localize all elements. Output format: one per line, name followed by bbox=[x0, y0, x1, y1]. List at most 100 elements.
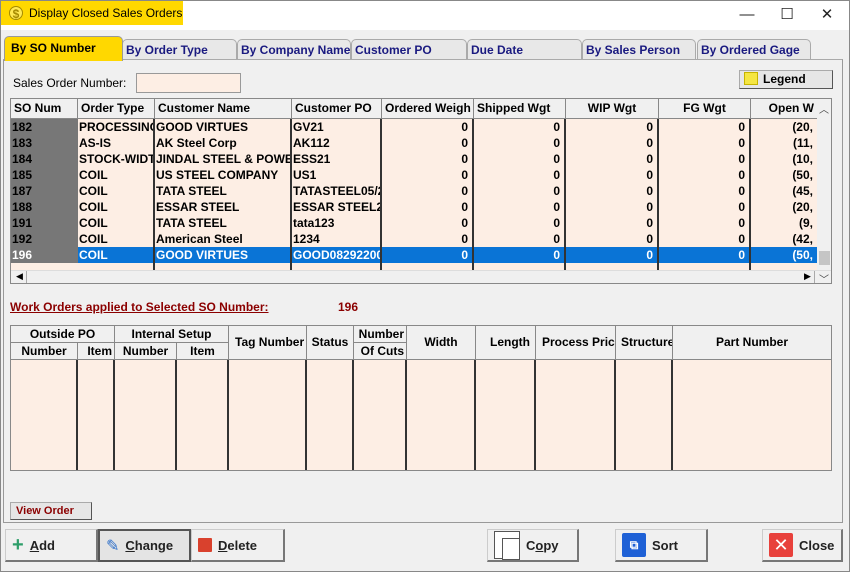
maximize-button[interactable]: ☐ bbox=[767, 1, 807, 30]
customer-name-cell[interactable]: AK Steel Corp bbox=[155, 135, 292, 151]
tab-by-so-number[interactable]: By SO Number bbox=[4, 36, 123, 61]
open-wgt-cell[interactable]: (10, bbox=[751, 151, 817, 167]
column-header-number-of-cuts-line2[interactable]: Of Cuts bbox=[354, 343, 407, 360]
open-wgt-cell[interactable]: (20, bbox=[751, 119, 817, 135]
legend-button[interactable]: Legend bbox=[739, 70, 833, 89]
ordered-weight-cell[interactable]: 0 bbox=[382, 167, 474, 183]
column-header-wip-wgt[interactable]: WIP Wgt bbox=[566, 99, 659, 119]
order-type-cell[interactable]: COIL bbox=[78, 183, 155, 199]
sort-button[interactable]: ⧉ Sort bbox=[615, 529, 708, 562]
customer-name-cell[interactable]: JINDAL STEEL & POWER bbox=[155, 151, 292, 167]
wip-wgt-cell[interactable]: 0 bbox=[566, 247, 659, 263]
order-type-cell[interactable]: COIL bbox=[78, 231, 155, 247]
table-row[interactable]: 187 COIL TATA STEEL TATASTEEL05/2 0 0 0 0 (45, bbox=[11, 183, 817, 199]
minimize-button[interactable]: — bbox=[727, 1, 767, 30]
so-num-cell[interactable]: 191 bbox=[11, 215, 78, 231]
shipped-wgt-cell[interactable]: 0 bbox=[474, 183, 566, 199]
so-num-cell[interactable]: 184 bbox=[11, 151, 78, 167]
column-header-so-num[interactable]: SO Num bbox=[11, 99, 78, 119]
open-wgt-cell[interactable]: (45, bbox=[751, 183, 817, 199]
customer-po-cell[interactable]: 1234 bbox=[292, 231, 382, 247]
customer-po-cell[interactable]: ESSAR STEEL25, bbox=[292, 199, 382, 215]
shipped-wgt-cell[interactable]: 0 bbox=[474, 231, 566, 247]
table-row[interactable]: 191 COIL TATA STEEL tata123 0 0 0 0 (9, bbox=[11, 215, 817, 231]
column-header-tag-number[interactable]: Tag Number bbox=[229, 326, 307, 360]
scroll-left-icon[interactable]: ◀ bbox=[13, 271, 27, 283]
vertical-scrollbar[interactable]: ︿ bbox=[817, 99, 831, 270]
fg-wgt-cell[interactable]: 0 bbox=[659, 215, 751, 231]
work-orders-grid[interactable]: Outside PO Internal Setup Number Item Nu… bbox=[10, 325, 832, 471]
so-num-cell[interactable]: 188 bbox=[11, 199, 78, 215]
customer-po-cell[interactable]: tata123 bbox=[292, 215, 382, 231]
shipped-wgt-cell[interactable]: 0 bbox=[474, 135, 566, 151]
horizontal-scrollbar[interactable]: ◀ ▶ ﹀ bbox=[11, 270, 831, 283]
customer-po-cell[interactable]: GOOD08292200 bbox=[292, 247, 382, 263]
table-row[interactable]: 183 AS-IS AK Steel Corp AK112 0 0 0 0 (11, bbox=[11, 135, 817, 151]
shipped-wgt-cell[interactable]: 0 bbox=[474, 119, 566, 135]
ordered-weight-cell[interactable]: 0 bbox=[382, 183, 474, 199]
ordered-weight-cell[interactable]: 0 bbox=[382, 135, 474, 151]
customer-po-cell[interactable]: TATASTEEL05/2 bbox=[292, 183, 382, 199]
fg-wgt-cell[interactable]: 0 bbox=[659, 119, 751, 135]
fg-wgt-cell[interactable]: 0 bbox=[659, 135, 751, 151]
open-wgt-cell[interactable]: (20, bbox=[751, 199, 817, 215]
customer-name-cell[interactable]: TATA STEEL bbox=[155, 215, 292, 231]
ordered-weight-cell[interactable]: 0 bbox=[382, 199, 474, 215]
open-wgt-cell[interactable]: (9, bbox=[751, 215, 817, 231]
wip-wgt-cell[interactable]: 0 bbox=[566, 167, 659, 183]
customer-po-cell[interactable]: AK112 bbox=[292, 135, 382, 151]
column-header-fg-wgt[interactable]: FG Wgt bbox=[659, 99, 751, 119]
column-header-width[interactable]: Width bbox=[407, 326, 476, 360]
shipped-wgt-cell[interactable]: 0 bbox=[474, 151, 566, 167]
fg-wgt-cell[interactable]: 0 bbox=[659, 183, 751, 199]
column-header-outside-po-number[interactable]: Number bbox=[11, 343, 78, 360]
shipped-wgt-cell[interactable]: 0 bbox=[474, 167, 566, 183]
open-wgt-cell[interactable]: (11, bbox=[751, 135, 817, 151]
customer-po-cell[interactable]: ESS21 bbox=[292, 151, 382, 167]
wip-wgt-cell[interactable]: 0 bbox=[566, 119, 659, 135]
column-header-structure[interactable]: Structure bbox=[616, 326, 673, 360]
wip-wgt-cell[interactable]: 0 bbox=[566, 199, 659, 215]
open-wgt-cell[interactable]: (50, bbox=[751, 167, 817, 183]
wip-wgt-cell[interactable]: 0 bbox=[566, 135, 659, 151]
tab-by-order-type[interactable]: By Order Type bbox=[122, 39, 237, 60]
column-header-status[interactable]: Status bbox=[307, 326, 354, 360]
ordered-weight-cell[interactable]: 0 bbox=[382, 119, 474, 135]
order-type-cell[interactable]: AS-IS bbox=[78, 135, 155, 151]
so-num-cell[interactable]: 187 bbox=[11, 183, 78, 199]
wip-wgt-cell[interactable]: 0 bbox=[566, 183, 659, 199]
add-button[interactable]: + Add bbox=[5, 529, 98, 562]
so-num-cell[interactable]: 192 bbox=[11, 231, 78, 247]
table-row[interactable]: 185 COIL US STEEL COMPANY US1 0 0 0 0 (50, bbox=[11, 167, 817, 183]
tab-by-sales-person[interactable]: By Sales Person bbox=[582, 39, 696, 60]
wip-wgt-cell[interactable]: 0 bbox=[566, 215, 659, 231]
view-order-button[interactable]: View Order bbox=[10, 502, 92, 520]
fg-wgt-cell[interactable]: 0 bbox=[659, 231, 751, 247]
column-header-customer-name[interactable]: Customer Name bbox=[155, 99, 292, 119]
customer-name-cell[interactable]: US STEEL COMPANY bbox=[155, 167, 292, 183]
so-num-cell[interactable]: 196 bbox=[11, 247, 78, 263]
change-button[interactable]: ✎ Change bbox=[98, 529, 191, 562]
tab-due-date[interactable]: Due Date bbox=[467, 39, 582, 60]
ordered-weight-cell[interactable]: 0 bbox=[382, 151, 474, 167]
scroll-up-icon[interactable]: ︿ bbox=[817, 101, 831, 116]
customer-name-cell[interactable]: TATA STEEL bbox=[155, 183, 292, 199]
open-wgt-cell[interactable]: (50, bbox=[751, 247, 817, 263]
column-header-part-number[interactable]: Part Number bbox=[673, 326, 831, 360]
tab-by-company-name[interactable]: By Company Name bbox=[237, 39, 351, 60]
so-num-cell[interactable]: 183 bbox=[11, 135, 78, 151]
column-header-length[interactable]: Length bbox=[476, 326, 536, 360]
scroll-thumb[interactable] bbox=[819, 251, 830, 265]
so-num-cell[interactable]: 185 bbox=[11, 167, 78, 183]
customer-name-cell[interactable]: GOOD VIRTUES bbox=[155, 119, 292, 135]
fg-wgt-cell[interactable]: 0 bbox=[659, 151, 751, 167]
fg-wgt-cell[interactable]: 0 bbox=[659, 167, 751, 183]
column-header-customer-po[interactable]: Customer PO bbox=[292, 99, 382, 119]
table-row[interactable]: 182 PROCESSING GOOD VIRTUES GV21 0 0 0 0 (20, bbox=[11, 119, 817, 135]
open-wgt-cell[interactable]: (42, bbox=[751, 231, 817, 247]
customer-name-cell[interactable]: American Steel bbox=[155, 231, 292, 247]
column-header-open-wgt[interactable]: Open W bbox=[751, 99, 817, 119]
table-row[interactable]: 188COILESSAR STEELESSAR STEEL25,0000(20, bbox=[11, 199, 817, 215]
wip-wgt-cell[interactable]: 0 bbox=[566, 151, 659, 167]
customer-name-cell[interactable]: GOOD VIRTUES bbox=[155, 247, 292, 263]
